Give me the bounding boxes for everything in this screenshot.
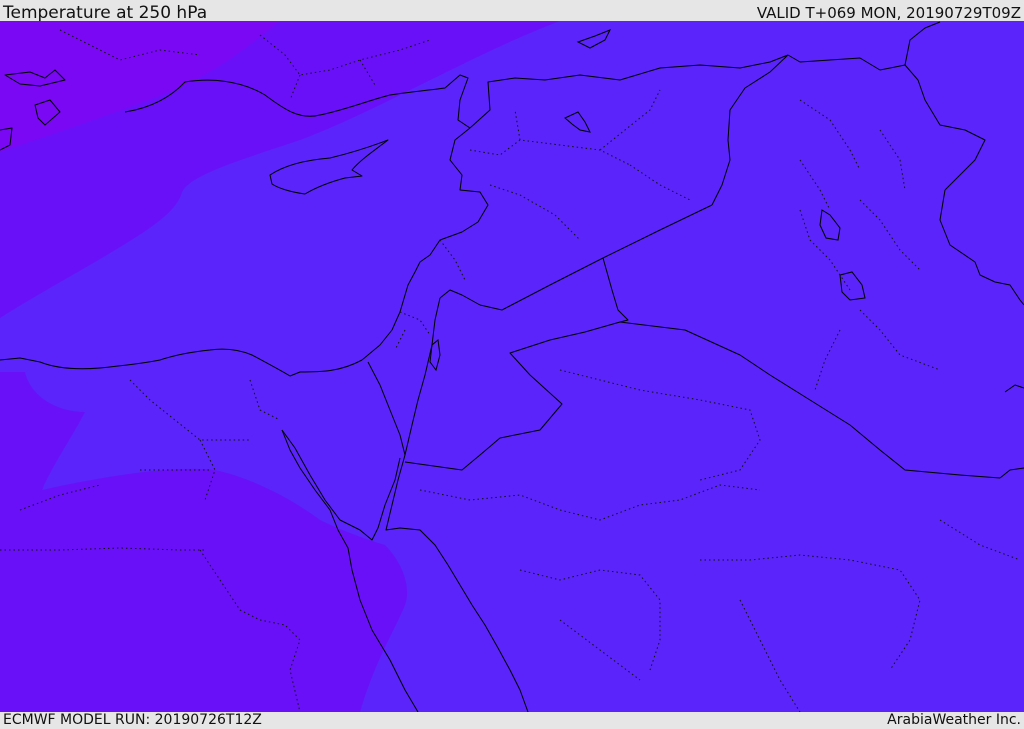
map-title: Temperature at 250 hPa [3,3,208,23]
model-run-label: ECMWF MODEL RUN: 20190726T12Z [3,712,262,728]
footer-bar: ECMWF MODEL RUN: 20190726T12Z ArabiaWeat… [0,712,1024,729]
map-canvas [0,21,1024,712]
header-bar: Temperature at 250 hPa VALID T+069 MON, … [0,0,1024,23]
valid-time-label: VALID T+069 MON, 20190729T09Z [756,4,1021,22]
credit-label: ArabiaWeather Inc. [887,712,1021,728]
weather-map-frame: Temperature at 250 hPa VALID T+069 MON, … [0,0,1024,729]
temperature-map[interactable] [0,21,1024,712]
